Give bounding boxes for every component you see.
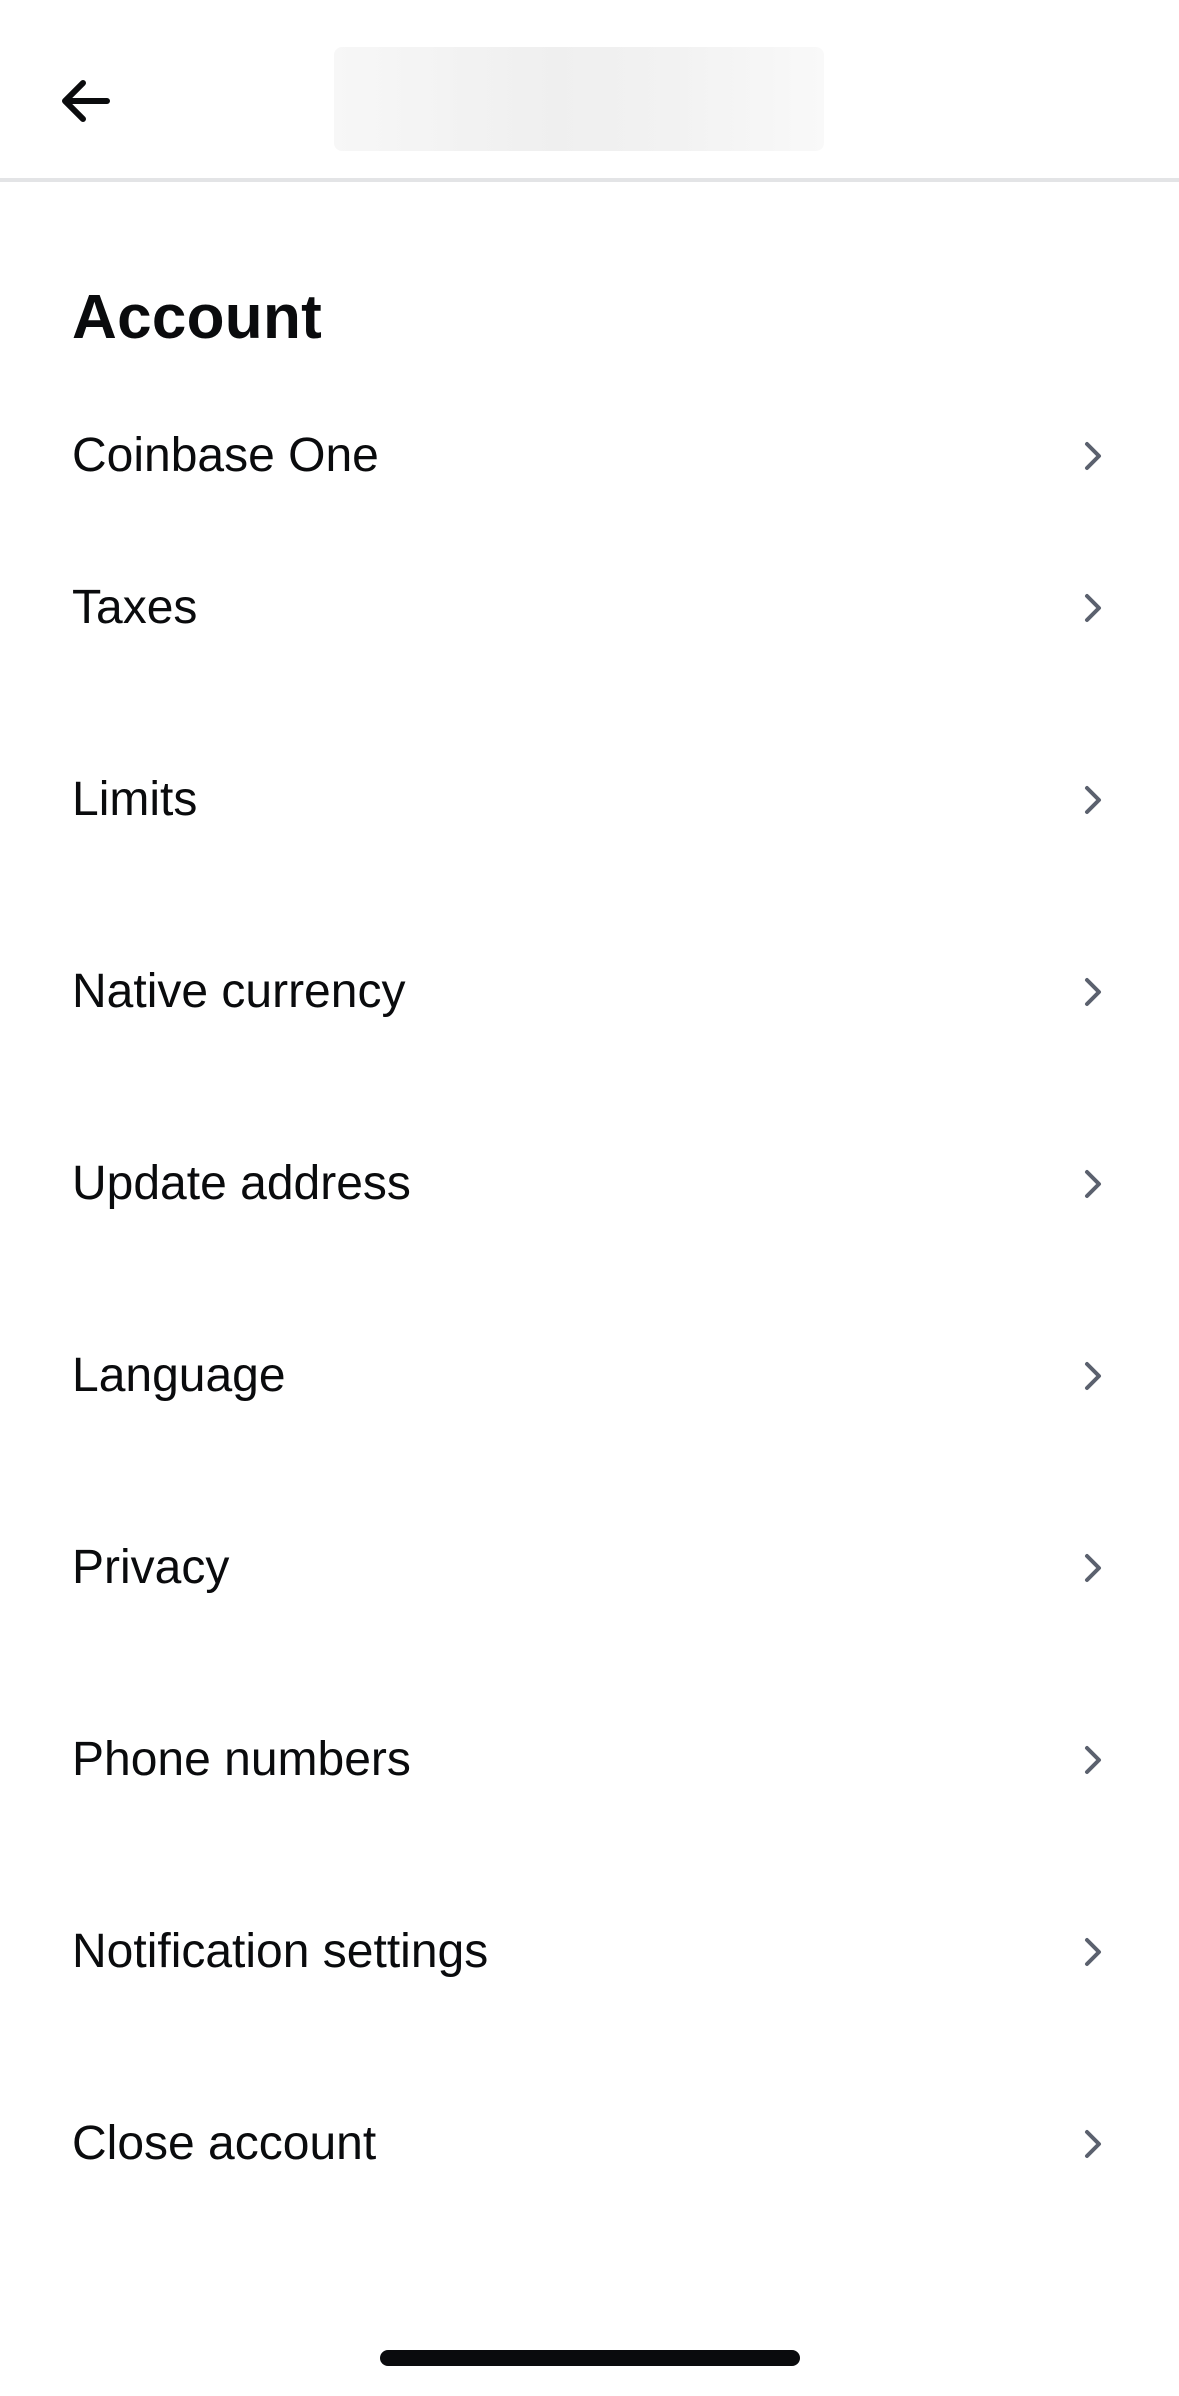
chevron-right-icon [1073,2124,1113,2164]
menu-item-limits[interactable]: Limits [0,704,1179,896]
menu-item-notification-settings[interactable]: Notification settings [0,1856,1179,2048]
home-indicator [380,2350,800,2366]
menu-item-update-address[interactable]: Update address [0,1088,1179,1280]
menu-item-label: Phone numbers [72,1733,411,1786]
menu-item-label: Native currency [72,965,406,1018]
chevron-right-icon [1073,1740,1113,1780]
menu-item-label: Close account [72,2117,377,2170]
menu-item-label: Update address [72,1157,411,1210]
chevron-right-icon [1073,1356,1113,1396]
back-button[interactable] [40,56,130,146]
account-settings-list: Coinbase One Taxes Limits Native currenc… [0,400,1179,2240]
top-bar [0,0,1179,182]
menu-item-label: Language [72,1349,286,1402]
chevron-right-icon [1073,1548,1113,1588]
menu-item-label: Notification settings [72,1925,489,1978]
menu-item-native-currency[interactable]: Native currency [0,896,1179,1088]
chevron-right-icon [1073,1164,1113,1204]
menu-item-label: Privacy [72,1541,230,1594]
menu-item-label: Coinbase One [72,429,379,482]
menu-item-taxes[interactable]: Taxes [0,512,1179,704]
section-title: Account [72,283,323,352]
menu-item-label: Limits [72,773,198,826]
chevron-right-icon [1073,436,1113,476]
chevron-right-icon [1073,972,1113,1012]
chevron-right-icon [1073,1932,1113,1972]
menu-item-phone-numbers[interactable]: Phone numbers [0,1664,1179,1856]
menu-item-close-account[interactable]: Close account [0,2048,1179,2240]
menu-item-coinbase-one[interactable]: Coinbase One [0,400,1179,512]
arrow-left-icon [62,80,110,122]
menu-item-privacy[interactable]: Privacy [0,1472,1179,1664]
chevron-right-icon [1073,588,1113,628]
menu-item-language[interactable]: Language [0,1280,1179,1472]
header-title-placeholder [334,47,824,151]
chevron-right-icon [1073,780,1113,820]
menu-item-label: Taxes [72,581,198,634]
